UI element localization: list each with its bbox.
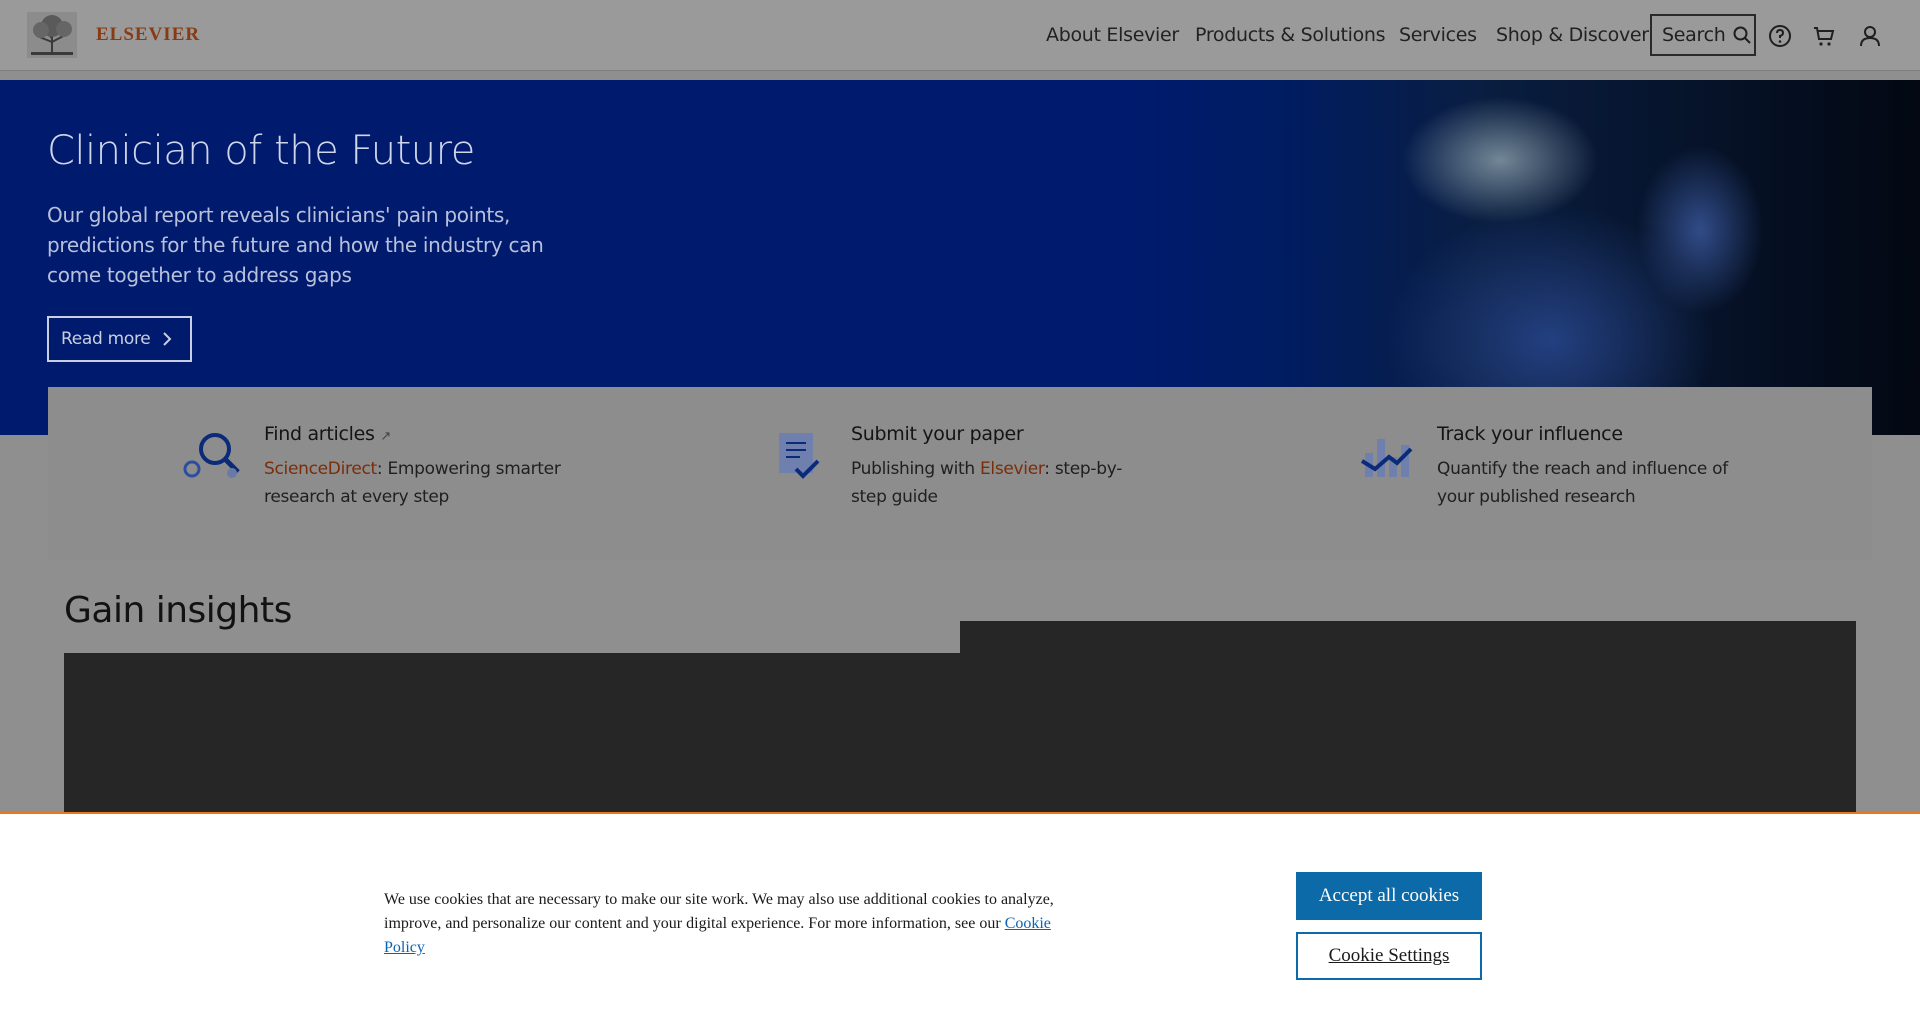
find-articles-description: ScienceDirect: Empowering smarter resear… xyxy=(264,455,564,511)
submit-paper-desc-pre: Publishing with xyxy=(851,459,980,479)
hero-clinician-photo xyxy=(1120,80,1920,435)
cookie-message-text: We use cookies that are necessary to mak… xyxy=(384,891,1054,932)
search-articles-icon xyxy=(183,433,240,478)
quicklink-track-influence[interactable]: Track your influence Quantify the reach … xyxy=(1437,423,1737,511)
search-button[interactable]: Search xyxy=(1650,14,1756,56)
accept-all-cookies-button[interactable]: Accept all cookies xyxy=(1296,872,1482,920)
site-header: ELSEVIER About Elsevier Products & Solut… xyxy=(0,0,1920,71)
track-influence-title[interactable]: Track your influence xyxy=(1437,423,1737,445)
submit-paper-title[interactable]: Submit your paper xyxy=(851,423,1151,445)
nav-services[interactable]: Services xyxy=(1399,24,1477,46)
gain-insights-heading: Gain insights xyxy=(64,590,292,631)
read-more-button[interactable]: Read more xyxy=(47,316,192,362)
hero-title: Clinician of the Future xyxy=(47,128,475,174)
track-influence-description: Quantify the reach and influence of your… xyxy=(1437,459,1728,507)
search-icon xyxy=(1733,26,1752,44)
cookie-settings-button[interactable]: Cookie Settings xyxy=(1296,932,1482,980)
quicklink-submit-paper[interactable]: Submit your paper Publishing with Elsevi… xyxy=(851,423,1151,511)
find-articles-title[interactable]: Find articles xyxy=(264,423,375,445)
read-more-label: Read more xyxy=(61,329,151,349)
insight-card-left[interactable] xyxy=(64,653,960,813)
search-label: Search xyxy=(1662,24,1726,46)
sciencedirect-link[interactable]: ScienceDirect xyxy=(264,459,377,479)
nav-shop[interactable]: Shop & Discover xyxy=(1496,24,1649,46)
cookie-message: We use cookies that are necessary to mak… xyxy=(384,888,1084,960)
nav-products[interactable]: Products & Solutions xyxy=(1195,24,1386,46)
hero-banner: Clinician of the Future Our global repor… xyxy=(0,80,1920,435)
nav-about[interactable]: About Elsevier xyxy=(1046,24,1179,46)
hero-description: Our global report reveals clinicians' pa… xyxy=(47,203,544,287)
document-check-icon xyxy=(779,433,820,479)
elsevier-link[interactable]: Elsevier xyxy=(980,459,1045,479)
user-icon[interactable] xyxy=(1858,24,1882,48)
quicklinks-panel: Find articles ↗ ScienceDirect: Empowerin… xyxy=(48,387,1872,560)
cookie-banner: We use cookies that are necessary to mak… xyxy=(0,812,1920,1032)
submit-paper-description: Publishing with Elsevier: step-by-step g… xyxy=(851,455,1151,511)
elsevier-tree-logo[interactable] xyxy=(27,12,77,58)
chart-trend-icon xyxy=(1361,439,1413,477)
elsevier-wordmark[interactable]: ELSEVIER xyxy=(96,24,200,46)
insight-card-right[interactable] xyxy=(960,621,1856,813)
external-link-icon: ↗ xyxy=(380,429,391,444)
help-icon[interactable] xyxy=(1768,24,1792,48)
chevron-right-icon xyxy=(163,332,172,346)
cart-icon[interactable] xyxy=(1812,24,1836,48)
quicklink-find-articles[interactable]: Find articles ↗ ScienceDirect: Empowerin… xyxy=(264,423,564,511)
